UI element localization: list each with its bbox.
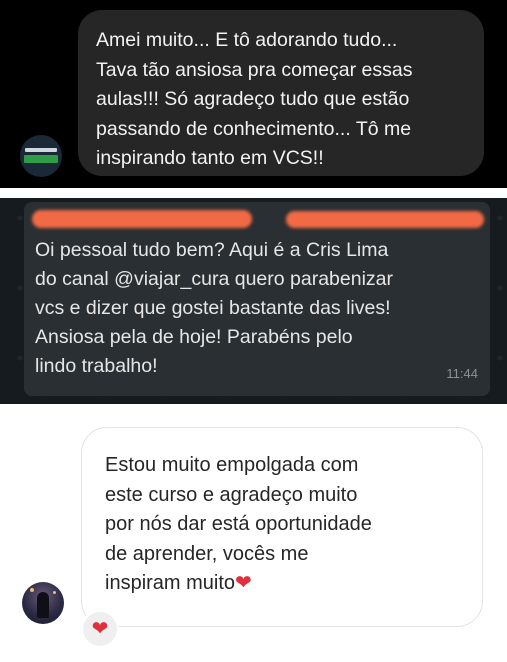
redacted-sender-name: [32, 210, 252, 228]
message-line: Ansiosa pela de hoje! Parabéns pelo: [35, 326, 353, 348]
message-line: aulas!!! Só agradeço tudo que estão: [96, 88, 410, 110]
avatar-light-detail: [53, 591, 56, 594]
heart-emoji-icon: ❤: [235, 572, 252, 594]
message-bubble[interactable]: Oi pessoal tudo bem? Aqui é a Cris Lima …: [24, 202, 490, 396]
message-line: passando de conhecimento... Tô me: [96, 117, 412, 140]
instagram-light-dm-panel: Estou muito empolgada com este curso e a…: [0, 424, 507, 662]
heart-reaction-icon[interactable]: ❤: [81, 610, 119, 648]
whatsapp-chat-panel: Oi pessoal tudo bem? Aqui é a Cris Lima …: [0, 198, 507, 404]
message-line: de aprender, vocês me: [105, 542, 309, 565]
panel-divider: [0, 404, 507, 424]
message-line: Tava tão ansiosa pra começar essas: [96, 58, 413, 81]
message-line: inspirando tanto em VCS!!: [96, 147, 324, 169]
redacted-sender-phone: [286, 211, 484, 228]
instagram-dark-dm-panel: Amei muito... E tô adorando tudo... Tava…: [0, 0, 507, 188]
user-avatar[interactable]: [22, 582, 64, 624]
message-line: inspiram muito: [105, 572, 236, 594]
message-line: Amei muito... E tô adorando tudo...: [96, 29, 398, 51]
message-bubble[interactable]: Estou muito empolgada com este curso e a…: [81, 427, 483, 627]
panel-divider: [0, 188, 507, 198]
message-line: do canal @viajar_cura quero parabenizar: [35, 268, 394, 290]
message-line: este curso e agradeço muito: [105, 483, 358, 506]
message-line: Estou muito empolgada com: [105, 454, 359, 476]
message-line: Oi pessoal tudo bem? Aqui é a Cris Lima: [35, 239, 389, 261]
avatar-figure: [37, 592, 49, 618]
message-timestamp: 11:44: [446, 366, 478, 381]
message-line: lindo trabalho!: [35, 355, 158, 377]
message-text: Oi pessoal tudo bem? Aqui é a Cris Lima …: [35, 236, 480, 381]
message-bubble[interactable]: Amei muito... E tô adorando tudo... Tava…: [78, 10, 484, 176]
message-line: vcs e dizer que gostei bastante das live…: [35, 297, 391, 319]
message-line-with-emoji: inspiram muito❤: [105, 569, 460, 599]
logo-text-bar: [25, 148, 57, 152]
logo-green-bar: [24, 155, 58, 163]
brand-logo-avatar[interactable]: [20, 135, 62, 177]
message-line: por nós dar está oportunidade: [105, 513, 372, 535]
avatar-light-detail: [30, 588, 34, 592]
